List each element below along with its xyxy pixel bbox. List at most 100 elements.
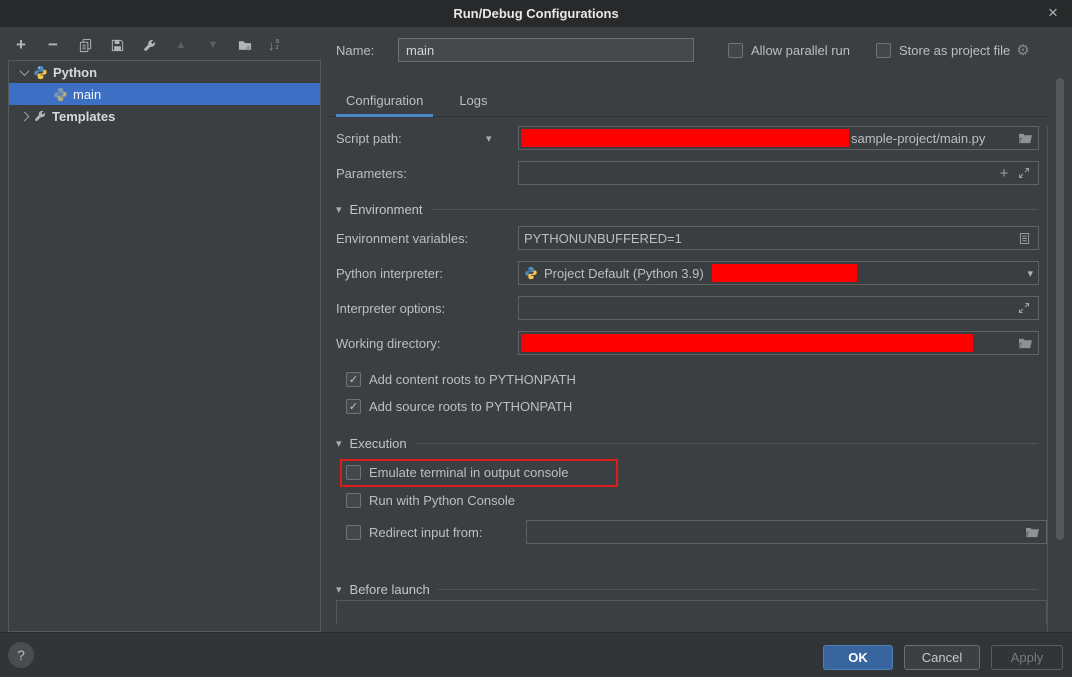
footer: ? OK Cancel Apply (0, 632, 1072, 677)
titlebar: Run/Debug Configurations × (0, 0, 1072, 27)
environment-variables-field[interactable]: PYTHONUNBUFFERED=1 (518, 226, 1039, 250)
add-content-roots-checkbox[interactable]: ✓ (346, 372, 361, 387)
move-down-button[interactable]: ▼ (204, 36, 222, 54)
save-config-button[interactable] (108, 36, 126, 54)
insert-macro-button[interactable]: + (995, 164, 1013, 182)
store-as-project-file-label: Store as project file (899, 43, 1010, 58)
working-directory-row: Working directory: (336, 331, 1047, 355)
ok-button[interactable]: OK (823, 645, 893, 670)
redirect-input-label: Redirect input from: (369, 525, 518, 540)
script-path-value: sample-project/main.py (851, 131, 985, 146)
environment-section-title: Environment (350, 202, 423, 217)
parameters-row: Parameters: + (336, 161, 1047, 185)
folder-icon (1018, 132, 1033, 145)
chevron-right-icon[interactable] (20, 111, 30, 121)
tab-logs[interactable]: Logs (449, 88, 497, 116)
execution-section-title: Execution (350, 436, 407, 451)
cancel-button[interactable]: Cancel (904, 645, 980, 670)
name-input[interactable] (398, 38, 694, 62)
expand-field-button[interactable] (1015, 299, 1033, 317)
tree-item-label: Templates (52, 109, 115, 124)
emulate-terminal-label: Emulate terminal in output console (369, 465, 568, 480)
sort-az-icon: az (276, 39, 280, 51)
gear-icon[interactable]: ⚙ (1016, 41, 1029, 59)
redaction (521, 129, 849, 147)
emulate-terminal-checkbox[interactable] (346, 465, 361, 480)
browse-file-button[interactable] (1023, 523, 1041, 541)
allow-parallel-run-label: Allow parallel run (751, 43, 850, 58)
add-content-roots-label: Add content roots to PYTHONPATH (369, 372, 576, 387)
up-arrow-icon: ▲ (176, 39, 187, 51)
configurations-tree: Python main Templates (8, 60, 321, 632)
emulate-terminal-option[interactable]: Emulate terminal in output console (336, 465, 1047, 480)
tab-configuration[interactable]: Configuration (336, 88, 433, 116)
before-launch-section-title: Before launch (350, 582, 430, 597)
redirect-input-field[interactable] (526, 520, 1047, 544)
python-interpreter-value: Project Default (Python 3.9) (544, 266, 704, 281)
save-icon (110, 38, 125, 53)
interpreter-options-label: Interpreter options: (336, 301, 518, 316)
close-button[interactable]: × (1042, 2, 1064, 24)
tree-item-main[interactable]: main (9, 83, 320, 105)
script-path-mode-dropdown[interactable]: ▾ (486, 132, 518, 145)
tree-toolbar: + − ▲ ▼ ↓ az (12, 34, 279, 56)
store-as-project-file-checkbox[interactable] (876, 43, 891, 58)
tree-item-label: Python (53, 65, 97, 80)
add-content-roots-option[interactable]: ✓ Add content roots to PYTHONPATH (336, 372, 1047, 387)
python-interpreter-dropdown[interactable]: Project Default (Python 3.9) ▾ (518, 261, 1039, 285)
apply-button[interactable]: Apply (991, 645, 1063, 670)
chevron-down-icon[interactable] (20, 66, 30, 76)
python-interpreter-label: Python interpreter: (336, 266, 518, 281)
redirect-input-checkbox[interactable] (346, 525, 361, 540)
environment-variables-label: Environment variables: (336, 231, 518, 246)
copy-icon (78, 38, 93, 53)
interpreter-options-row: Interpreter options: (336, 296, 1047, 320)
redirect-input-row: Redirect input from: (336, 520, 1047, 544)
expand-field-button[interactable] (1015, 164, 1033, 182)
redaction (521, 334, 973, 352)
expand-icon (1018, 302, 1030, 314)
wrench-icon (33, 109, 47, 123)
environment-section-header[interactable]: ▾ Environment (336, 200, 1047, 218)
scrollbar[interactable] (1056, 78, 1064, 540)
edit-variables-button[interactable] (1015, 229, 1033, 247)
redaction (712, 264, 857, 282)
before-launch-section-header[interactable]: ▾ Before launch (336, 580, 1047, 598)
help-button[interactable]: ? (8, 642, 34, 668)
configuration-tab-content: Script path: ▾ sample-project/main.py Pa… (330, 126, 1048, 636)
add-config-button[interactable]: + (12, 36, 30, 54)
interpreter-options-field[interactable] (518, 296, 1039, 320)
tree-item-python[interactable]: Python (9, 61, 320, 83)
sort-configurations-button[interactable]: ↓ az (268, 38, 279, 53)
down-arrow-icon: ▼ (208, 39, 219, 51)
add-source-roots-checkbox[interactable]: ✓ (346, 399, 361, 414)
sort-arrow-icon: ↓ (268, 38, 275, 53)
store-as-project-file-option[interactable]: Store as project file (876, 43, 1010, 58)
edit-templates-button[interactable] (140, 36, 158, 54)
tree-item-templates[interactable]: Templates (9, 105, 320, 127)
list-icon (1019, 232, 1030, 245)
move-up-button[interactable]: ▲ (172, 36, 190, 54)
emulate-terminal-row: Emulate terminal in output console (336, 465, 1047, 480)
allow-parallel-run-checkbox[interactable] (728, 43, 743, 58)
dialog-title: Run/Debug Configurations (453, 6, 618, 21)
browse-folder-button[interactable] (1016, 334, 1034, 352)
script-path-field[interactable]: sample-project/main.py (518, 126, 1039, 150)
run-with-python-console-option[interactable]: Run with Python Console (336, 493, 1047, 508)
add-source-roots-option[interactable]: ✓ Add source roots to PYTHONPATH (336, 399, 1047, 414)
remove-config-button[interactable]: − (44, 36, 62, 54)
copy-config-button[interactable] (76, 36, 94, 54)
execution-section-header[interactable]: ▾ Execution (336, 434, 1047, 452)
before-launch-task-list[interactable] (336, 600, 1047, 624)
browse-file-button[interactable] (1016, 129, 1034, 147)
run-with-python-console-label: Run with Python Console (369, 493, 515, 508)
allow-parallel-run-option[interactable]: Allow parallel run (728, 43, 850, 58)
check-icon: ✓ (349, 400, 358, 413)
parameters-field[interactable]: + (518, 161, 1039, 185)
new-folder-button[interactable] (236, 36, 254, 54)
run-with-python-console-checkbox[interactable] (346, 493, 361, 508)
run-debug-configurations-dialog: Run/Debug Configurations × + − ▲ ▼ ↓ az … (0, 0, 1072, 677)
working-directory-field[interactable] (518, 331, 1039, 355)
wrench-icon (142, 38, 157, 53)
tab-bar: Configuration Logs (330, 88, 1048, 117)
